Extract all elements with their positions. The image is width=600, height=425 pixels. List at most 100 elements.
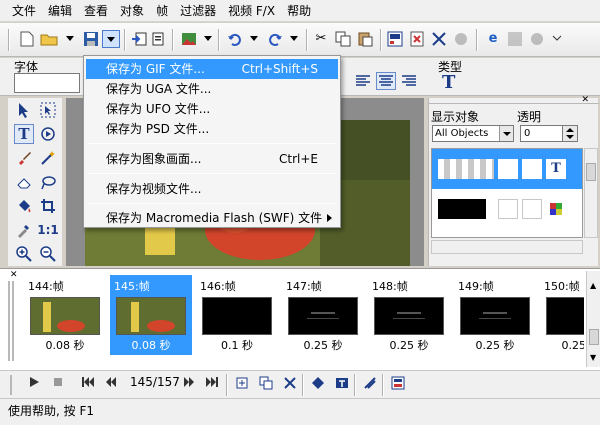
zoom-1to1-tool[interactable]: 1:1 [37,220,59,240]
frame-144-delay[interactable]: 0.08 秒 [24,337,106,353]
frame-145-delay[interactable]: 0.08 秒 [110,337,192,353]
menu-frame[interactable]: 帧 [150,0,174,22]
cut-icon[interactable]: ✂ [312,30,330,48]
object-list-scrollbar[interactable] [584,148,598,238]
toolbar-more-icon[interactable] [548,30,566,48]
frame-148-delay[interactable]: 0.25 秒 [368,337,450,353]
object-lock-box[interactable] [522,159,542,179]
last-frame-icon[interactable] [204,376,220,392]
menu-view[interactable]: 查看 [78,0,114,22]
undo-dropdown-icon[interactable] [250,36,258,41]
frame-149[interactable]: 149:帧 0.25 秒 [454,275,536,355]
undo-icon[interactable] [226,30,244,48]
frame-150[interactable]: 150:帧 0.25 秒 [540,275,584,355]
frame-145[interactable]: 145:帧 0.08 秒 [110,275,192,355]
frame-147[interactable]: 147:帧 0.25 秒 [282,275,364,355]
menu-save-as-gif[interactable]: 保存为 GIF 文件... Ctrl+Shift+S [86,59,338,79]
crop-tool-icon[interactable] [38,196,58,216]
menu-save-as-video[interactable]: 保存为视频文件... [86,179,338,199]
menu-save-as-uga[interactable]: 保存为 UGA 文件... [86,79,338,99]
save-icon[interactable] [82,30,100,48]
frame-146[interactable]: 146:帧 0.1 秒 [196,275,278,355]
align-left-icon[interactable] [355,74,371,88]
menu-save-as-ufo[interactable]: 保存为 UFO 文件... [86,99,338,119]
import-icon[interactable] [130,30,148,48]
open-dropdown-icon[interactable] [66,36,74,41]
object-row-selected[interactable]: T [432,149,582,189]
menu-save-as-psd[interactable]: 保存为 PSD 文件... [86,119,338,139]
frame-147-delay[interactable]: 0.25 秒 [282,337,364,353]
zoom-out-icon[interactable] [38,244,58,264]
optimize-icon[interactable] [452,30,470,48]
menu-save-as-swf[interactable]: 保存为 Macromedia Flash (SWF) 文件 [86,208,338,228]
scrollbar-thumb[interactable] [586,163,596,181]
scroll-down-icon[interactable]: ▼ [590,353,596,362]
menu-video-fx[interactable]: 视频 F/X [222,0,281,22]
text-frame-icon[interactable] [334,376,350,392]
next-frame-icon[interactable] [182,376,198,392]
paste-icon[interactable] [356,30,374,48]
panel-close-icon[interactable]: ✕ [581,95,589,105]
frame-delete-icon[interactable] [408,30,426,48]
frame-150-delay[interactable]: 0.25 秒 [540,337,585,353]
rotate-tool-icon[interactable] [38,124,58,144]
fill-bucket-tool-icon[interactable] [14,196,34,216]
opacity-spinner[interactable] [562,125,578,142]
object-visibility-box[interactable] [498,159,518,179]
object-list[interactable]: T [431,148,583,238]
tween-icon[interactable] [362,376,378,392]
play-icon[interactable] [26,376,42,392]
brush-tool-icon[interactable] [14,148,34,168]
display-object-select[interactable]: All Objects [432,125,514,142]
lasso-tool-icon[interactable] [38,172,58,192]
play-preview-icon[interactable] [528,30,546,48]
font-select[interactable] [14,73,80,93]
object-visibility-box-2[interactable] [498,199,518,219]
export-icon[interactable] [150,30,168,48]
menu-file[interactable]: 文件 [6,0,42,22]
select-rect-tool-icon[interactable] [38,100,58,120]
zoom-in-icon[interactable] [14,244,34,264]
frame-144[interactable]: 144:帧 0.08 秒 [24,275,106,355]
preview-icon[interactable] [506,30,524,48]
previous-frame-icon[interactable] [102,376,118,392]
timeline-scroll-thumb[interactable] [589,329,599,345]
timeline-scrollbar[interactable]: ▲ ▼ [586,271,600,367]
crop-icon[interactable] [430,30,448,48]
redo-dropdown-icon[interactable] [290,36,298,41]
frame-149-delay[interactable]: 0.25 秒 [454,337,536,353]
image-edit-icon[interactable] [180,30,198,48]
magic-wand-tool-icon[interactable] [38,148,58,168]
text-tool-icon[interactable]: T [14,124,34,144]
stop-icon[interactable] [50,376,66,392]
menu-object[interactable]: 对象 [114,0,150,22]
frame-properties-icon[interactable] [310,376,326,392]
frame-146-delay[interactable]: 0.1 秒 [196,337,278,353]
redo-icon[interactable] [266,30,284,48]
new-file-icon[interactable] [18,30,36,48]
frame-settings-icon[interactable] [390,376,406,392]
save-dropdown-button[interactable] [102,30,120,48]
eraser-tool-icon[interactable] [14,172,34,192]
first-frame-icon[interactable] [80,376,96,392]
align-center-icon[interactable] [376,72,396,90]
eyedropper-tool-icon[interactable] [14,220,34,240]
object-list-hscrollbar[interactable] [431,240,583,254]
timeline-close-icon[interactable]: ✕ [10,270,18,280]
delete-frame-icon[interactable] [282,376,298,392]
image-edit-dropdown-icon[interactable] [204,36,212,41]
duplicate-frame-icon[interactable] [258,376,274,392]
object-lock-box-2[interactable] [522,199,542,219]
menu-help[interactable]: 帮助 [281,0,317,22]
menu-save-as-image[interactable]: 保存为图象画面... Ctrl+E [86,149,338,169]
frame-148[interactable]: 148:帧 0.25 秒 [368,275,450,355]
text-type-icon[interactable]: T [442,72,455,93]
open-folder-icon[interactable] [40,30,58,48]
browser-preview-icon[interactable]: e [484,30,502,48]
menu-filter[interactable]: 过滤器 [174,0,222,22]
menu-edit[interactable]: 编辑 [42,0,78,22]
copy-icon[interactable] [334,30,352,48]
chevron-down-icon[interactable] [499,126,513,141]
frame-layout-icon[interactable] [386,30,404,48]
add-frame-icon[interactable] [234,376,250,392]
